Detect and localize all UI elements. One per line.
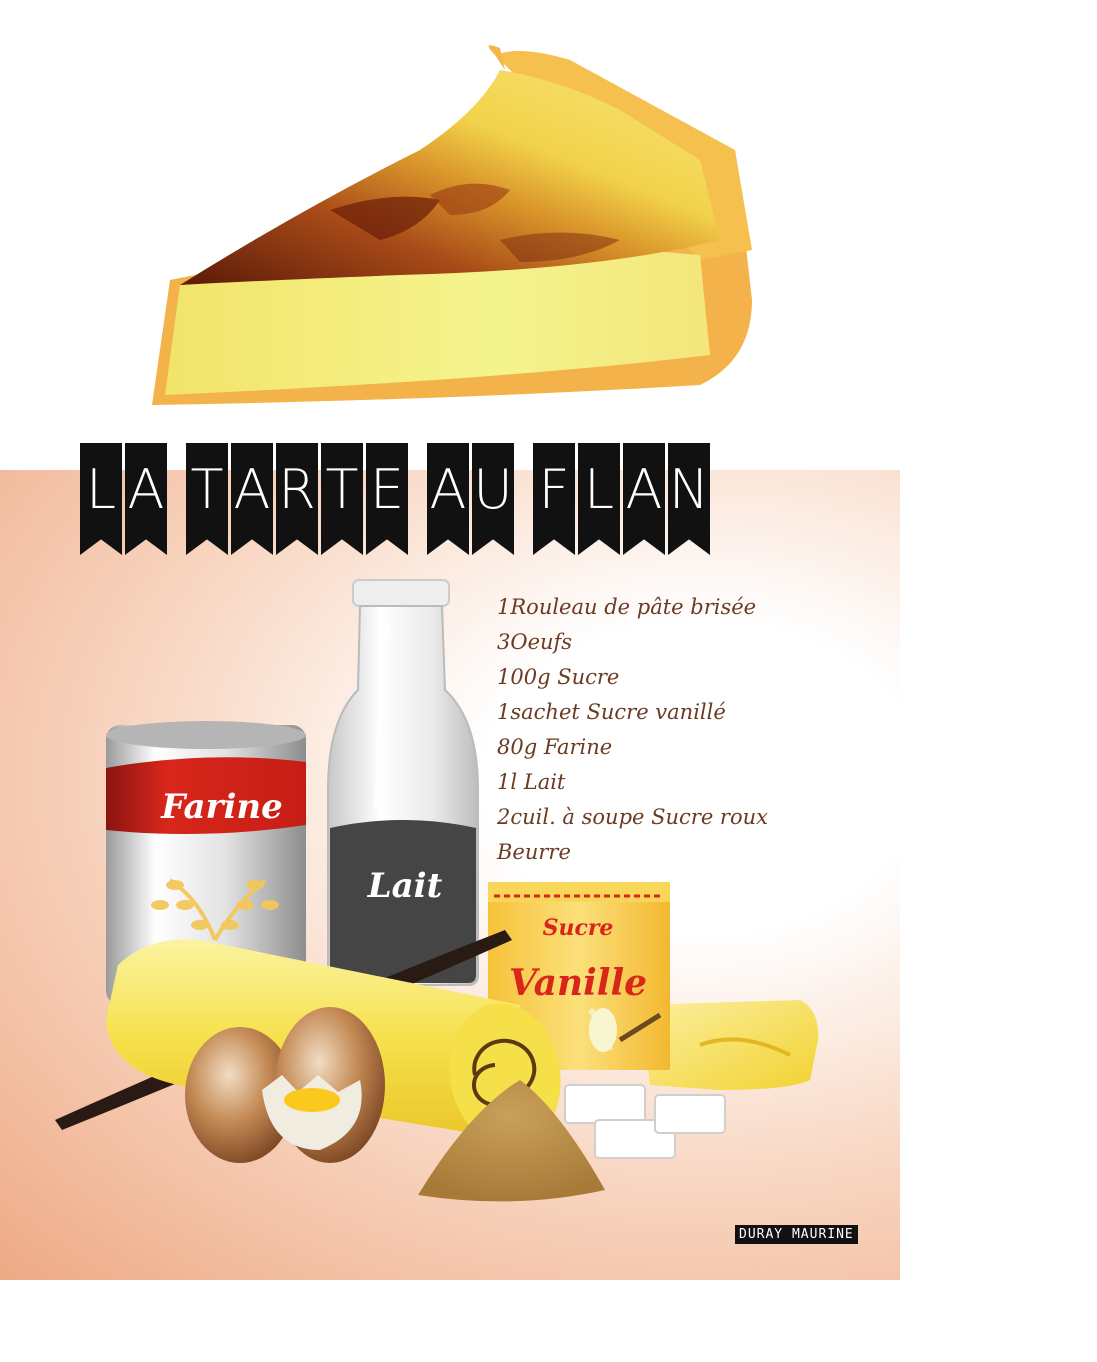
title-ribbon-flag: R: [276, 443, 318, 555]
ingredient-item: 80g Farine: [497, 735, 613, 759]
ingredient-item: Beurre: [497, 840, 571, 864]
title-ribbon-flag: T: [186, 443, 228, 555]
flour-label: Farine: [160, 787, 283, 827]
sugar-cubes: [564, 1084, 726, 1159]
ingredient-item: 100g Sucre: [497, 665, 620, 689]
title-word: AU: [427, 443, 517, 558]
title-letter: A: [127, 458, 165, 521]
title-ribbon-flag: A: [427, 443, 469, 555]
milk-label: Lait: [367, 866, 443, 906]
title-letter: A: [233, 458, 271, 521]
ingredient-item: 1l Lait: [497, 770, 566, 794]
title-word: FLAN: [533, 443, 713, 558]
title-ribbon-flag: A: [623, 443, 665, 555]
title-ribbon-flag: E: [366, 443, 408, 555]
title-word: LA: [80, 443, 170, 558]
title-letter: R: [278, 458, 316, 521]
sugar-label-top: Sucre: [543, 915, 614, 941]
title-word: TARTE: [186, 443, 411, 558]
title-letter: T: [190, 458, 224, 521]
title-letter: A: [429, 458, 467, 521]
title-letter: F: [538, 458, 570, 521]
title-letter: A: [625, 458, 663, 521]
milk-bottle: Lait: [327, 579, 479, 986]
title-letter: T: [325, 458, 359, 521]
ingredient-item: 2cuil. à soupe Sucre roux: [497, 805, 768, 829]
title-ribbon-flag: N: [668, 443, 710, 555]
author-signature: DURAY MAURINE: [735, 1225, 858, 1244]
title-letter: U: [473, 458, 513, 521]
title-letter: E: [369, 458, 405, 521]
title-letter: L: [583, 458, 615, 521]
ingredient-item: 1Rouleau de pâte brisée: [497, 595, 757, 619]
title-ribbon-flag: F: [533, 443, 575, 555]
title-ribbon-flag: T: [321, 443, 363, 555]
title-ribbon-flag: A: [231, 443, 273, 555]
title-letter: N: [668, 458, 710, 521]
title-ribbon-flag: A: [125, 443, 167, 555]
ingredient-list: 1Rouleau de pâte brisée 3Oeufs 100g Sucr…: [497, 590, 768, 870]
title-ribbon-flag: U: [472, 443, 514, 555]
title-ribbon-flag: L: [578, 443, 620, 555]
ingredient-item: 3Oeufs: [497, 630, 573, 654]
flan-slice: [152, 45, 752, 405]
ingredient-item: 1sachet Sucre vanillé: [497, 700, 726, 724]
title-banner: LATARTEAUFLAN: [80, 443, 850, 558]
title-letter: L: [85, 458, 117, 521]
title-ribbon-flag: L: [80, 443, 122, 555]
recipe-poster: Farine Lait Sucre Vanille L A T A R T E …: [0, 0, 1097, 1362]
